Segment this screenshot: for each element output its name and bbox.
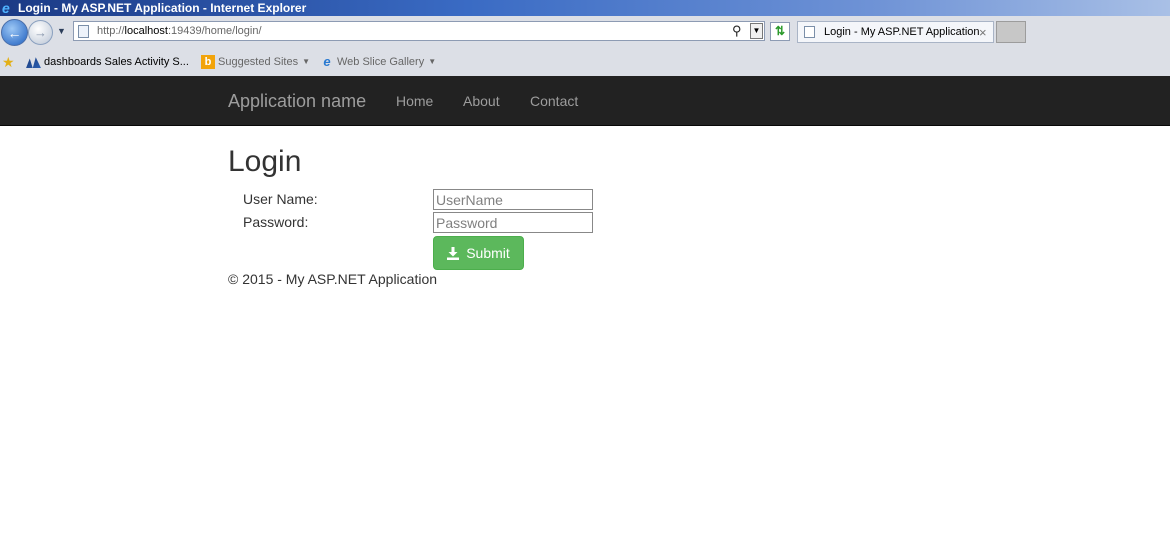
bing-icon: b (201, 55, 215, 70)
dashboard-icon (26, 57, 41, 69)
favorites-star-icon[interactable]: ★ (2, 54, 15, 70)
nav-about[interactable]: About (463, 76, 500, 126)
refresh-icon: ⇅ (774, 24, 786, 38)
search-icon[interactable]: ⚲ (732, 23, 748, 39)
favorite-suggested-sites[interactable]: b Suggested Sites ▼ (201, 55, 311, 70)
favorite-label: Web Slice Gallery (337, 56, 425, 68)
arrow-right-icon: → (34, 25, 47, 40)
window-title: Login - My ASP.NET Application - Interne… (18, 1, 307, 15)
new-tab-button[interactable] (996, 21, 1026, 43)
favorite-web-slice-gallery[interactable]: e Web Slice Gallery ▼ (320, 55, 436, 69)
footer-copyright: © 2015 - My ASP.NET Application (228, 271, 438, 287)
internet-explorer-icon: e (2, 0, 10, 16)
username-input[interactable] (433, 189, 593, 210)
nav-contact[interactable]: Contact (530, 76, 578, 126)
browser-tab[interactable]: Login - My ASP.NET Application × (797, 21, 994, 43)
window-title-bar: e Login - My ASP.NET Application - Inter… (0, 0, 1170, 16)
chevron-down-icon: ▼ (428, 57, 437, 67)
url-host: localhost (124, 25, 168, 37)
browser-toolbar: ← → ▼ http://localhost:19439/home/login/… (0, 16, 1170, 48)
url-path: :19439/home/login/ (167, 25, 262, 37)
page-icon (78, 25, 89, 38)
favorites-bar: ★ dashboards Sales Activity S... b Sugges… (0, 48, 1170, 76)
site-navbar: Application name Home About Contact (0, 76, 1170, 126)
tab-page-icon (804, 26, 815, 38)
page-title: Login (228, 145, 302, 178)
back-button[interactable]: ← (1, 19, 28, 46)
tab-label: Login - My ASP.NET Application (824, 26, 980, 38)
favorite-label: dashboards Sales Activity S... (44, 56, 189, 68)
address-dropdown-button[interactable]: ▼ (750, 23, 763, 39)
favorite-label: Suggested Sites (218, 56, 299, 68)
download-icon (447, 247, 460, 260)
submit-button[interactable]: Submit (433, 236, 524, 270)
ie-icon: e (323, 54, 331, 70)
nav-home[interactable]: Home (396, 76, 433, 126)
url-scheme: http:// (97, 25, 125, 37)
brand-link[interactable]: Application name (228, 76, 366, 126)
arrow-left-icon: ← (7, 24, 22, 41)
favorite-dashboards[interactable]: dashboards Sales Activity S... (26, 55, 189, 69)
password-label: Password: (243, 214, 309, 230)
close-tab-icon[interactable]: × (979, 22, 987, 43)
forward-button[interactable]: → (28, 20, 53, 45)
recent-pages-dropdown[interactable]: ▼ (57, 26, 67, 36)
password-input[interactable] (433, 212, 593, 233)
address-url[interactable]: http://localhost:19439/home/login/ (97, 22, 262, 41)
address-bar[interactable]: http://localhost:19439/home/login/ ⚲ ▼ (73, 21, 765, 41)
submit-label: Submit (466, 245, 510, 261)
chevron-down-icon: ▼ (302, 57, 311, 67)
username-label: User Name: (243, 191, 318, 207)
compatibility-refresh-button[interactable]: ⇅ (770, 22, 790, 41)
